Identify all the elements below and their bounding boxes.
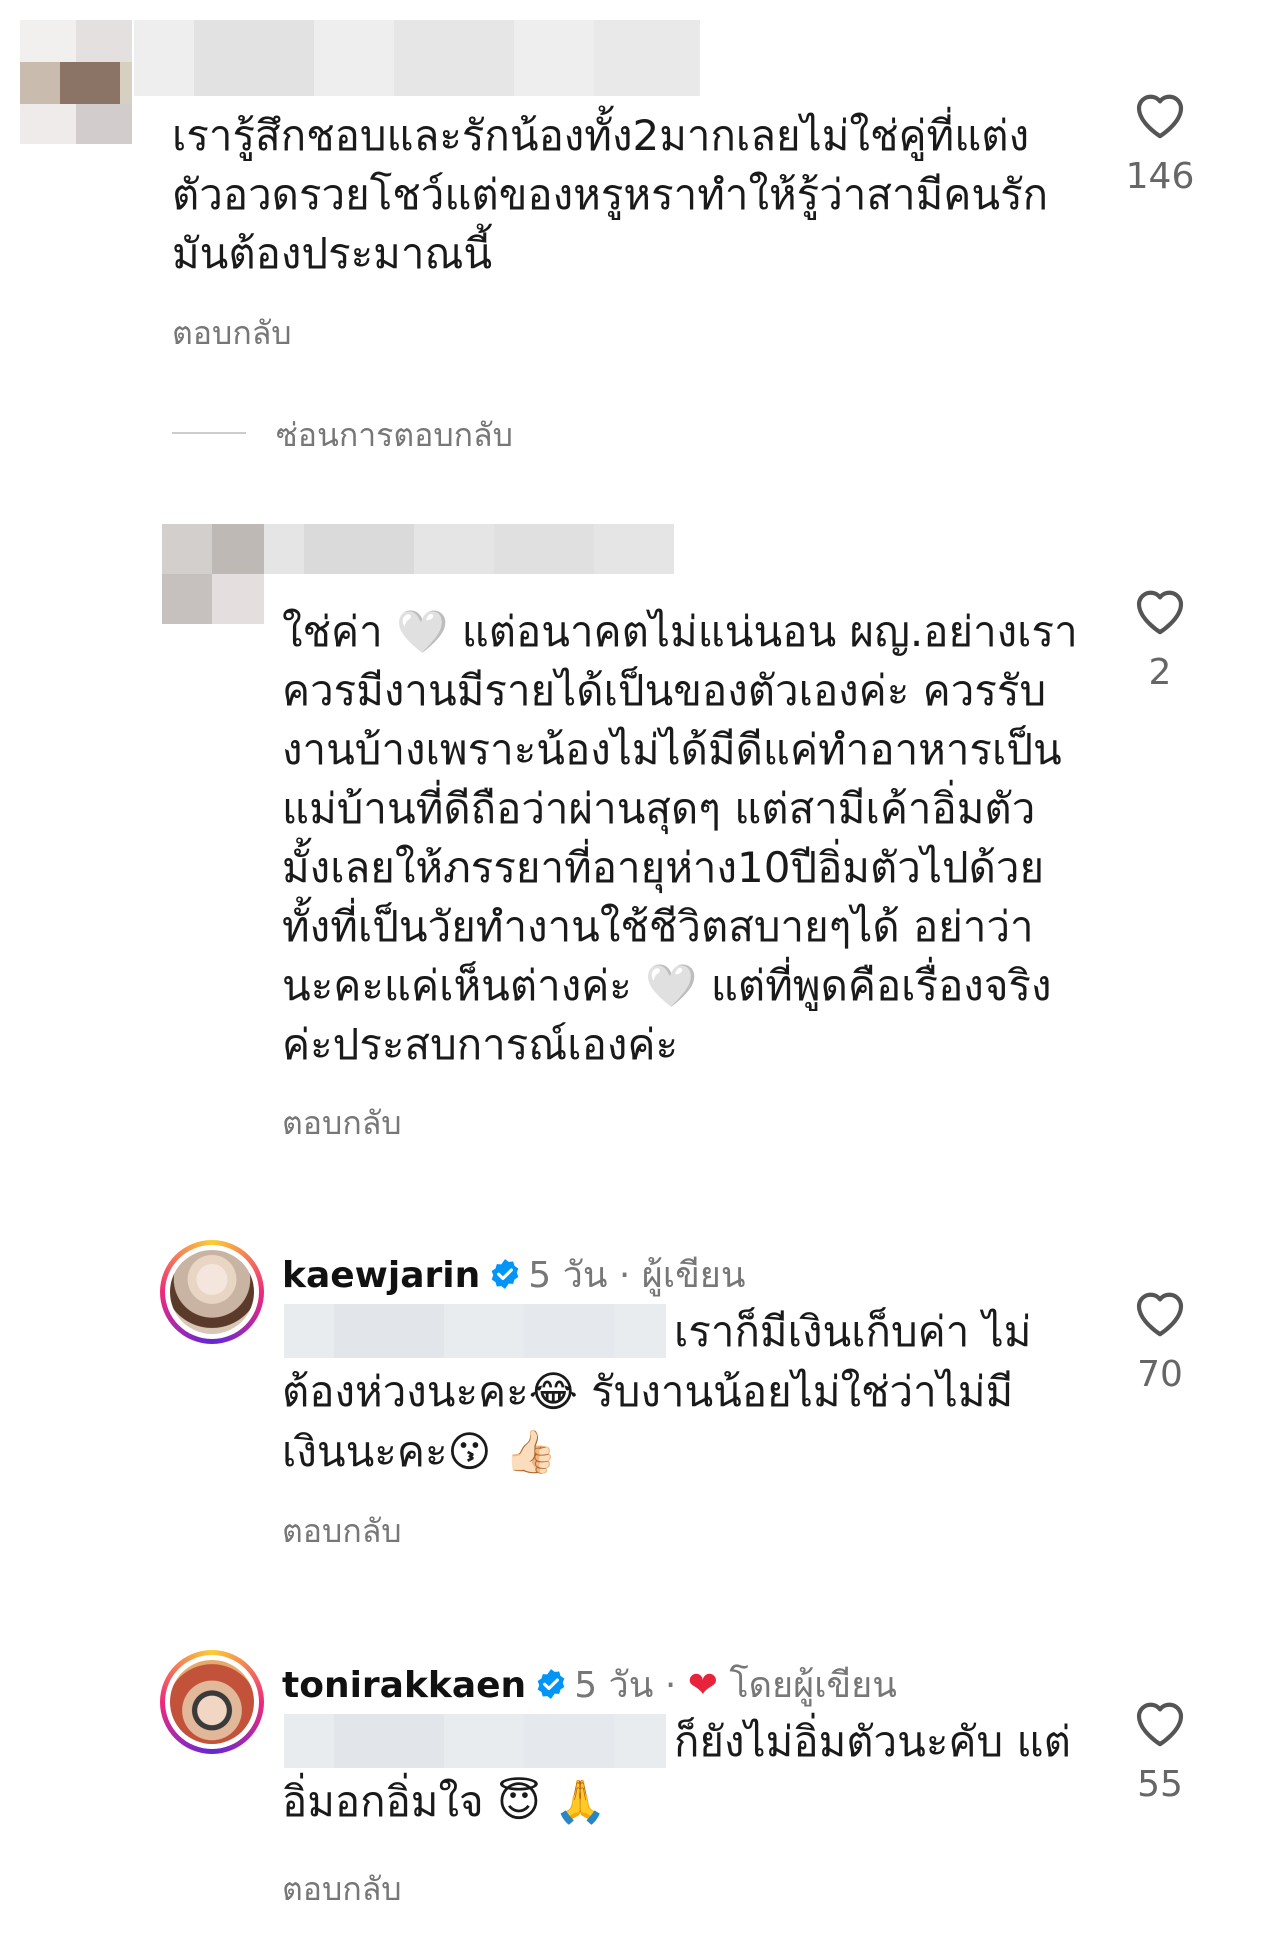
avatar-photo xyxy=(170,1660,254,1744)
username[interactable]: tonirakkaen xyxy=(282,1665,526,1706)
avatar-story-ring[interactable] xyxy=(160,1240,264,1344)
like-count: 146 xyxy=(1125,156,1195,197)
comment-meta: kaewjarin 5 วัน · ผู้เขียน xyxy=(282,1246,746,1303)
kissing-emoji-icon: 😗 xyxy=(447,1427,492,1476)
comment-line: นะคะแค่เห็นต่างค่ะ 🤍 แต่ที่พูดคือเรื่องจ… xyxy=(282,961,1052,1010)
laughing-emoji-icon: 😂 xyxy=(528,1367,578,1416)
reply-button[interactable]: ตอบกลับ xyxy=(172,308,292,359)
comment-line: ก็ยังไม่อิ่มตัวนะคับ แต่ xyxy=(674,1717,1071,1766)
comment-line: เรารู้สึกชอบและรักน้องทั้ง2มากเลยไม่ใช่ค… xyxy=(172,111,1030,160)
separator: · xyxy=(618,1255,631,1296)
comment-line: ใช่ค่า 🤍 แต่อนาคตไม่แน่นอน ผญ.อย่างเรา xyxy=(282,607,1078,656)
comment-line: ตัวอวดรวยโชว์แต่ของหรูหราทำให้รู้ว่าสามี… xyxy=(172,170,1049,219)
author-tag: ผู้เขียน xyxy=(641,1255,746,1296)
avatar-photo xyxy=(170,1250,254,1334)
comment-text: ต้องห่วงนะคะ xyxy=(282,1367,529,1416)
like-count: 55 xyxy=(1137,1764,1183,1805)
comment-line: งานบ้างเพราะน้องไม่ได้มีดีแค่ทำอาหารเป็น xyxy=(282,725,1062,774)
comment-line: ค่ะประสบการณ์เองค่ะ xyxy=(282,1020,679,1069)
like-button[interactable]: 70 xyxy=(1120,1286,1200,1395)
comment-line: ต้องห่วงนะคะ😂 รับงานน้อยไม่ใช่ว่าไม่มี xyxy=(282,1362,1013,1421)
divider-line xyxy=(172,432,246,434)
like-count: 70 xyxy=(1137,1354,1183,1395)
comment-time: 5 วัน xyxy=(574,1665,654,1706)
comment-text: เงินนะคะ xyxy=(282,1427,448,1476)
username-blurred[interactable] xyxy=(264,524,674,574)
comment-line: มั้งเลยให้ภรรยาที่อายุห่าง10ปีอิ่มตัวไปด… xyxy=(282,843,1045,892)
username-blurred[interactable] xyxy=(134,20,700,96)
heart-outline-icon[interactable] xyxy=(1132,1696,1188,1748)
like-button[interactable]: 146 xyxy=(1120,88,1200,197)
thumbs-up-emoji-icon: 👍🏻 xyxy=(504,1427,557,1476)
heart-outline-icon[interactable] xyxy=(1132,584,1188,636)
avatar-blurred[interactable] xyxy=(20,20,132,144)
angel-emoji-icon: 😇 xyxy=(496,1777,541,1826)
heart-outline-icon[interactable] xyxy=(1132,88,1188,140)
like-count: 2 xyxy=(1148,652,1172,693)
author-tag: โดยผู้เขียน xyxy=(729,1665,897,1706)
verified-badge-icon xyxy=(534,1667,568,1710)
like-button[interactable]: 55 xyxy=(1120,1696,1200,1805)
reply-button[interactable]: ตอบกลับ xyxy=(282,1506,402,1557)
comment-line: มันต้องประมาณนี้ xyxy=(172,229,493,278)
hide-replies-label[interactable]: ซ่อนการตอบกลับ xyxy=(276,410,513,461)
comment-text: อิ่มอกอิ่มใจ xyxy=(282,1777,484,1826)
avatar-story-ring[interactable] xyxy=(160,1650,264,1754)
verified-badge-icon xyxy=(488,1257,522,1300)
comment-line: อิ่มอกอิ่มใจ 😇 🙏 xyxy=(282,1772,606,1831)
comment-text: ใช่ค่า 🤍 แต่อนาคตไม่แน่นอน ผญ.อย่างเรา ค… xyxy=(282,602,1078,1074)
reply-button[interactable]: ตอบกลับ xyxy=(282,1098,402,1149)
username[interactable]: kaewjarin xyxy=(282,1255,480,1296)
mention-blurred[interactable] xyxy=(284,1714,666,1768)
like-button[interactable]: 2 xyxy=(1120,584,1200,693)
comment-text: เรารู้สึกชอบและรักน้องทั้ง2มากเลยไม่ใช่ค… xyxy=(172,106,1048,283)
comment-meta: tonirakkaen 5 วัน · ❤ โดยผู้เขียน xyxy=(282,1656,897,1713)
comment-line: แม่บ้านที่ดีถือว่าผ่านสุดๆ แต่สามีเค้าอิ… xyxy=(282,784,1036,833)
mention-blurred[interactable] xyxy=(284,1304,666,1358)
comment-text: รับงานน้อยไม่ใช่ว่าไม่มี xyxy=(591,1367,1014,1416)
heart-outline-icon[interactable] xyxy=(1132,1286,1188,1338)
comment-time: 5 วัน xyxy=(528,1255,608,1296)
separator: · xyxy=(664,1665,677,1706)
red-heart-icon: ❤ xyxy=(687,1665,718,1706)
comment-line: ควรมีงานมีรายได้เป็นของตัวเองค่ะ ควรรับ xyxy=(282,666,1047,715)
reply-button[interactable]: ตอบกลับ xyxy=(282,1864,402,1915)
praying-hands-emoji-icon: 🙏 xyxy=(554,1777,607,1826)
comment-line: เราก็มีเงินเก็บค่า ไม่ xyxy=(674,1307,1032,1356)
comment-line: ทั้งที่เป็นวัยทำงานใช้ชีวิตสบายๆได้ อย่า… xyxy=(282,902,1034,951)
avatar-blurred[interactable] xyxy=(162,524,264,624)
comment-line: เงินนะคะ😗 👍🏻 xyxy=(282,1422,557,1481)
